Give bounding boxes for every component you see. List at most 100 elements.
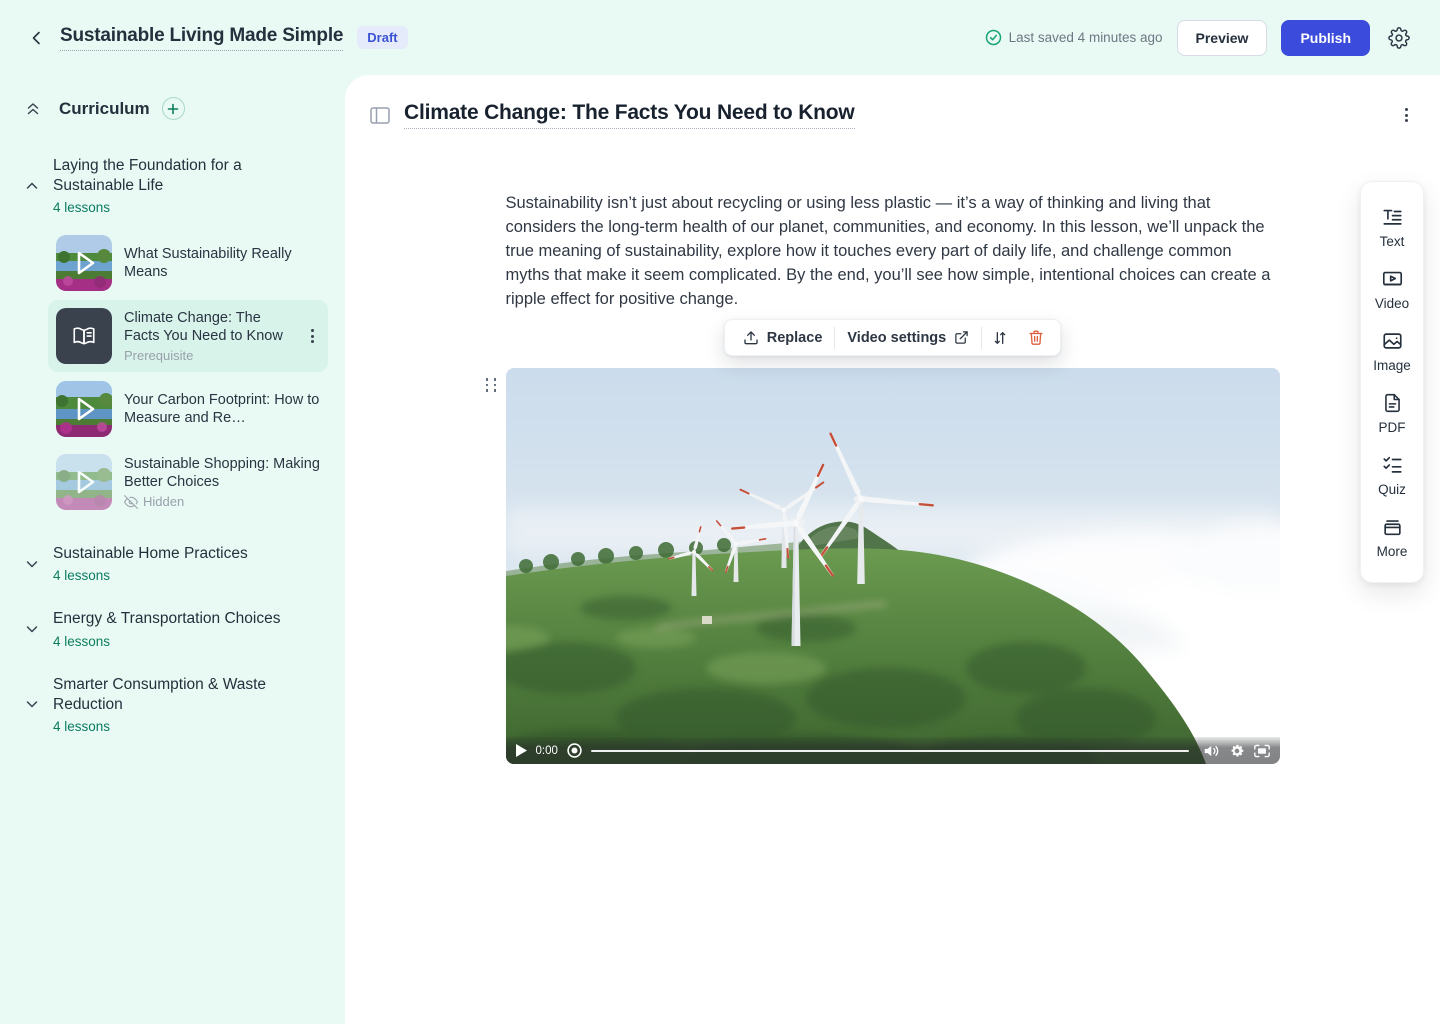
video-thumbnail — [56, 235, 112, 291]
play-button[interactable] — [516, 744, 527, 757]
chevron-down-icon — [24, 696, 40, 712]
lesson-prerequisite-label: Prerequisite — [124, 348, 292, 363]
quiz-tool-icon — [1381, 454, 1404, 476]
fullscreen-icon — [1254, 744, 1270, 758]
video-controls-bar: 0:00 — [506, 737, 1280, 764]
video-settings-button[interactable]: Video settings — [835, 320, 981, 355]
tool-more-button[interactable]: More — [1361, 507, 1423, 569]
panel-left-icon — [370, 107, 390, 124]
lesson-title: Climate Change: The Facts You Need to Kn… — [124, 309, 292, 345]
video-block: 0:00 — [506, 368, 1280, 764]
eye-off-icon — [124, 495, 138, 509]
lesson-item-climate-change[interactable]: Climate Change: The Facts You Need to Kn… — [48, 300, 328, 372]
chevron-down-icon — [24, 621, 40, 637]
player-settings-button[interactable] — [1229, 743, 1245, 759]
tool-text-button[interactable]: Text — [1361, 197, 1423, 259]
lesson-title: What Sustainability Really Means — [124, 245, 320, 281]
lesson-hidden-label: Hidden — [124, 494, 320, 509]
publish-button[interactable]: Publish — [1281, 20, 1370, 56]
upload-icon — [743, 330, 759, 346]
tool-quiz-button[interactable]: Quiz — [1361, 445, 1423, 507]
save-status: Last saved 4 minutes ago — [985, 29, 1163, 46]
replace-label: Replace — [767, 330, 823, 346]
status-badge: Draft — [357, 26, 407, 49]
play-icon — [516, 744, 527, 757]
settings-button[interactable] — [1384, 23, 1414, 53]
video-thumbnail — [56, 454, 112, 510]
lesson-options-button[interactable] — [1398, 104, 1414, 126]
plus-icon — [167, 103, 179, 115]
lesson-header: Climate Change: The Facts You Need to Kn… — [345, 75, 1440, 129]
lesson-title: Sustainable Shopping: Making Better Choi… — [124, 455, 320, 491]
video-settings-label: Video settings — [847, 330, 946, 346]
section-lesson-count: 4 lessons — [53, 568, 248, 583]
lesson-page-title[interactable]: Climate Change: The Facts You Need to Kn… — [404, 101, 855, 129]
course-title[interactable]: Sustainable Living Made Simple — [60, 25, 343, 51]
last-saved-text: Last saved 4 minutes ago — [1009, 30, 1163, 45]
lesson-menu-button[interactable] — [304, 325, 320, 347]
section-title: Energy & Transportation Choices — [53, 609, 280, 629]
insert-tools-panel: Text Video Image PDF Quiz More — [1360, 181, 1424, 583]
section-lesson-count: 4 lessons — [53, 634, 280, 649]
video-player[interactable]: 0:00 — [506, 368, 1280, 764]
tool-label: Quiz — [1378, 482, 1406, 497]
preview-button[interactable]: Preview — [1177, 20, 1268, 56]
double-chevron-up-icon — [25, 101, 41, 117]
video-still-wind-turbines — [506, 368, 1280, 764]
section-header[interactable]: Laying the Foundation for a Sustainable … — [24, 156, 329, 215]
tool-label: Image — [1373, 358, 1411, 373]
chevron-left-icon — [29, 30, 45, 46]
section-header[interactable]: Energy & Transportation Choices 4 lesson… — [24, 609, 329, 648]
external-link-icon — [954, 330, 969, 345]
section-lesson-count: 4 lessons — [53, 719, 293, 734]
tool-image-button[interactable]: Image — [1361, 321, 1423, 383]
section-lesson-count: 4 lessons — [53, 200, 293, 215]
lesson-item-carbon-footprint[interactable]: Your Carbon Footprint: How to Measure an… — [48, 373, 328, 445]
tool-pdf-button[interactable]: PDF — [1361, 383, 1423, 445]
more-tool-icon — [1381, 516, 1404, 538]
section-title: Sustainable Home Practices — [53, 544, 248, 564]
section-header[interactable]: Sustainable Home Practices 4 lessons — [24, 544, 329, 583]
reading-lesson-icon-tile — [56, 308, 112, 364]
section-title: Laying the Foundation for a Sustainable … — [53, 156, 293, 196]
tool-video-button[interactable]: Video — [1361, 259, 1423, 321]
tool-label: More — [1377, 544, 1408, 559]
replace-video-button[interactable]: Replace — [731, 320, 835, 355]
volume-icon — [1204, 744, 1220, 758]
video-block-toolbar: Replace Video settings — [724, 319, 1061, 356]
drag-handle[interactable] — [484, 376, 500, 394]
playback-time: 0:00 — [536, 745, 558, 757]
section-title: Smarter Consumption & Waste Reduction — [53, 675, 293, 715]
scrubber-icon — [567, 743, 582, 758]
header-actions: Last saved 4 minutes ago Preview Publish — [985, 20, 1414, 56]
curriculum-title: Curriculum — [59, 99, 150, 119]
lesson-editor-canvas: Climate Change: The Facts You Need to Kn… — [345, 75, 1440, 1024]
lesson-item-sustainable-shopping[interactable]: Sustainable Shopping: Making Better Choi… — [48, 446, 328, 518]
scrubber-handle[interactable] — [567, 743, 582, 758]
chevron-up-icon — [24, 178, 40, 194]
delete-block-button[interactable] — [1018, 320, 1054, 355]
player-gear-icon — [1229, 743, 1245, 759]
progress-track[interactable] — [591, 750, 1189, 752]
image-tool-icon — [1381, 330, 1404, 352]
curriculum-sidebar: Curriculum Laying the Foundation for a S… — [0, 75, 345, 1024]
pdf-tool-icon — [1382, 392, 1403, 414]
text-tool-icon — [1381, 206, 1404, 228]
lesson-list: What Sustainability Really Means Climate… — [48, 227, 329, 518]
top-header: Sustainable Living Made Simple Draft Las… — [0, 0, 1440, 75]
fullscreen-button[interactable] — [1254, 744, 1270, 758]
section-header[interactable]: Smarter Consumption & Waste Reduction 4 … — [24, 675, 329, 734]
add-curriculum-button[interactable] — [162, 97, 185, 120]
curriculum-header: Curriculum — [24, 97, 329, 120]
toggle-sidebar-button[interactable] — [369, 104, 391, 126]
chevron-down-icon — [24, 556, 40, 572]
collapse-all-button[interactable] — [24, 100, 42, 118]
volume-button[interactable] — [1204, 744, 1220, 758]
move-block-button[interactable] — [982, 320, 1018, 355]
video-thumbnail — [56, 381, 112, 437]
lesson-text-block[interactable]: Sustainability isn’t just about recyclin… — [506, 191, 1280, 311]
tool-label: Video — [1375, 296, 1409, 311]
lesson-item-what-sustainability[interactable]: What Sustainability Really Means — [48, 227, 328, 299]
tool-label: Text — [1380, 234, 1405, 249]
back-button[interactable] — [24, 25, 50, 51]
